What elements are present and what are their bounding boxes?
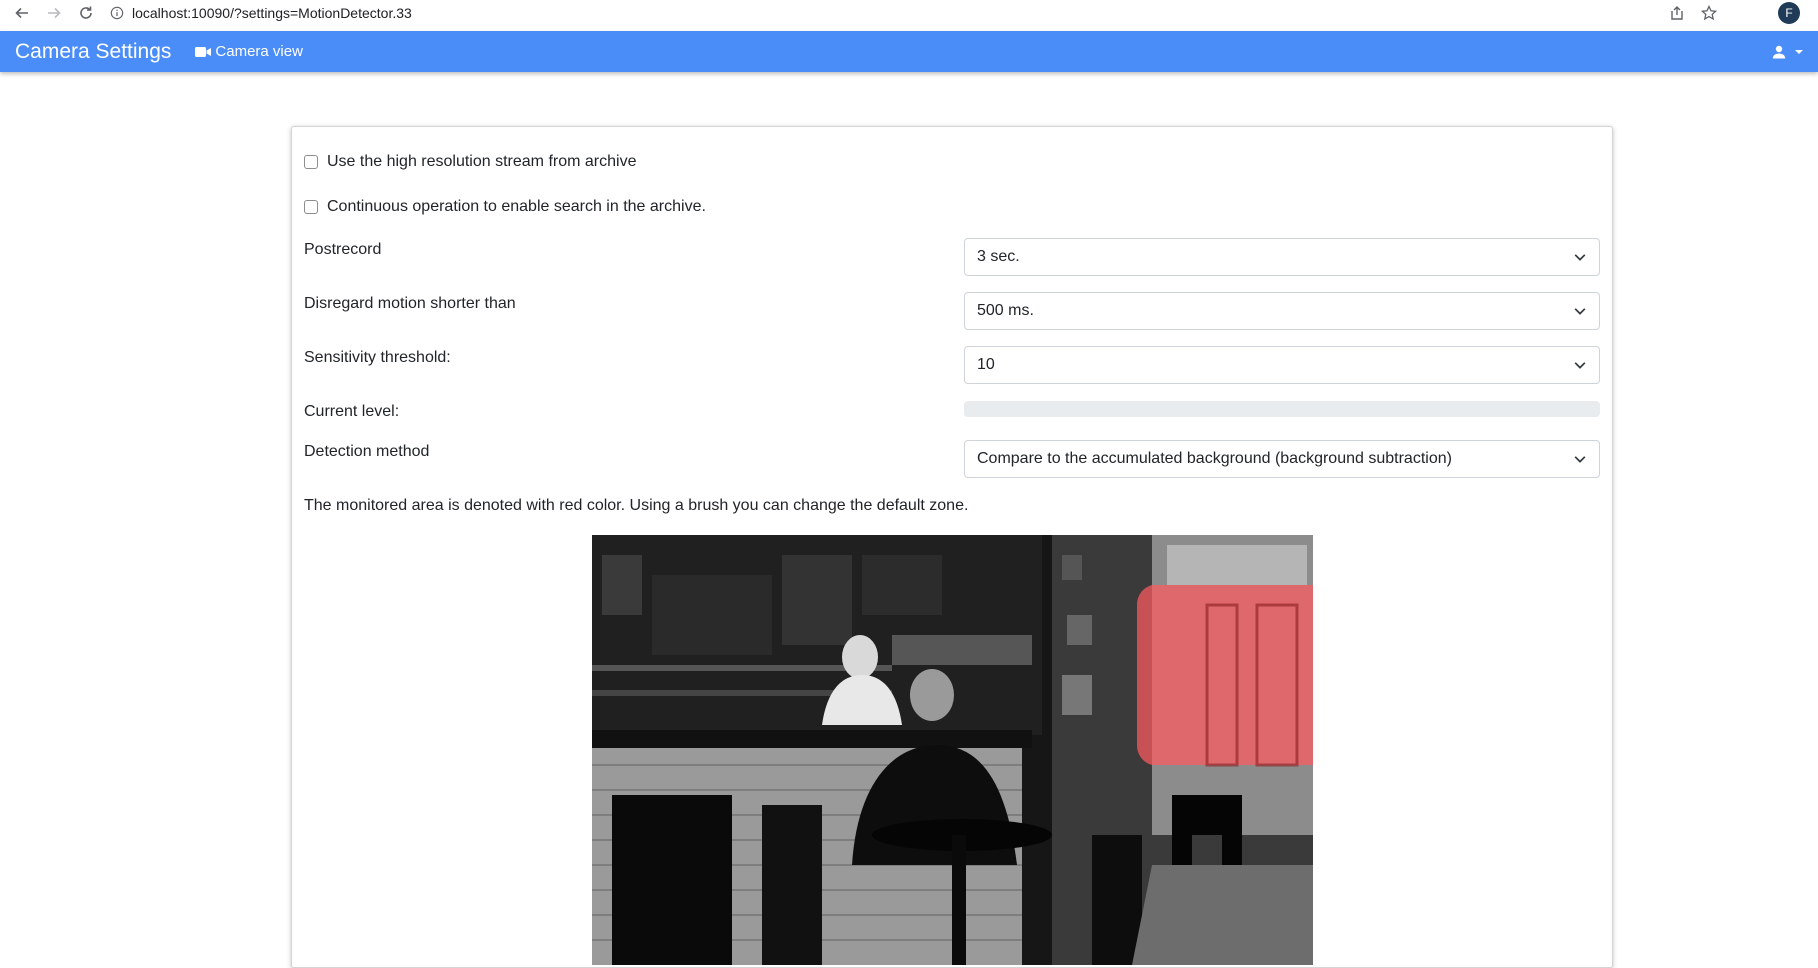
detection-value: Compare to the accumulated background (b…	[977, 450, 1452, 467]
user-icon	[1772, 45, 1786, 58]
detection-select[interactable]: Compare to the accumulated background (b…	[964, 440, 1600, 478]
video-camera-icon	[195, 46, 212, 57]
forward-button[interactable]	[44, 3, 64, 23]
postrecord-value: 3 sec.	[977, 248, 1020, 265]
current-level-bar	[964, 401, 1600, 417]
camera-view-link[interactable]: Camera view	[195, 43, 303, 60]
browser-toolbar: localhost:10090/?settings=MotionDetector…	[0, 0, 1818, 25]
back-button[interactable]	[12, 3, 32, 23]
postrecord-select[interactable]: 3 sec.	[964, 238, 1600, 276]
camera-view-label: Camera view	[215, 43, 303, 60]
settings-card: Use the high resolution stream from arch…	[291, 126, 1613, 968]
chevron-down-icon	[1574, 308, 1586, 315]
postrecord-label: Postrecord	[304, 241, 382, 258]
disregard-label: Disregard motion shorter than	[304, 295, 516, 312]
disregard-value: 500 ms.	[977, 302, 1034, 319]
sensitivity-select[interactable]: 10	[964, 346, 1600, 384]
continuous-checkbox[interactable]	[304, 200, 318, 214]
profile-avatar[interactable]: F	[1778, 1, 1800, 24]
chevron-down-icon	[1574, 456, 1586, 463]
address-bar[interactable]: localhost:10090/?settings=MotionDetector…	[110, 0, 1730, 25]
caret-down-icon	[1795, 49, 1803, 54]
continuous-label: Continuous operation to enable search in…	[327, 198, 706, 215]
navbar-brand[interactable]: Camera Settings	[15, 40, 171, 64]
arrow-left-icon	[15, 7, 28, 18]
app-navbar: Camera Settings Camera view	[0, 31, 1818, 72]
high-res-checkbox[interactable]	[304, 155, 318, 169]
zone-hint: The monitored area is denoted with red c…	[304, 497, 969, 514]
star-icon	[1701, 4, 1717, 20]
user-menu[interactable]	[1772, 31, 1804, 72]
reload-button[interactable]	[76, 3, 96, 23]
disregard-select[interactable]: 500 ms.	[964, 292, 1600, 330]
detection-label: Detection method	[304, 443, 430, 460]
high-res-label: Use the high resolution stream from arch…	[327, 153, 637, 170]
camera-frame	[592, 535, 1313, 965]
continuous-option[interactable]: Continuous operation to enable search in…	[304, 198, 706, 216]
share-button[interactable]	[1668, 4, 1686, 22]
chevron-down-icon	[1574, 362, 1586, 369]
bookmark-button[interactable]	[1700, 4, 1718, 22]
sensitivity-label: Sensitivity threshold:	[304, 349, 451, 366]
info-icon	[110, 6, 124, 19]
sensitivity-value: 10	[977, 356, 995, 373]
url-text: localhost:10090/?settings=MotionDetector…	[132, 4, 412, 21]
chevron-down-icon	[1574, 254, 1586, 261]
reload-icon	[80, 6, 92, 19]
camera-zone-canvas[interactable]	[592, 535, 1313, 965]
arrow-right-icon	[48, 7, 61, 18]
high-res-option[interactable]: Use the high resolution stream from arch…	[304, 153, 636, 171]
share-icon	[1671, 5, 1683, 20]
current-level-label: Current level:	[304, 403, 400, 420]
